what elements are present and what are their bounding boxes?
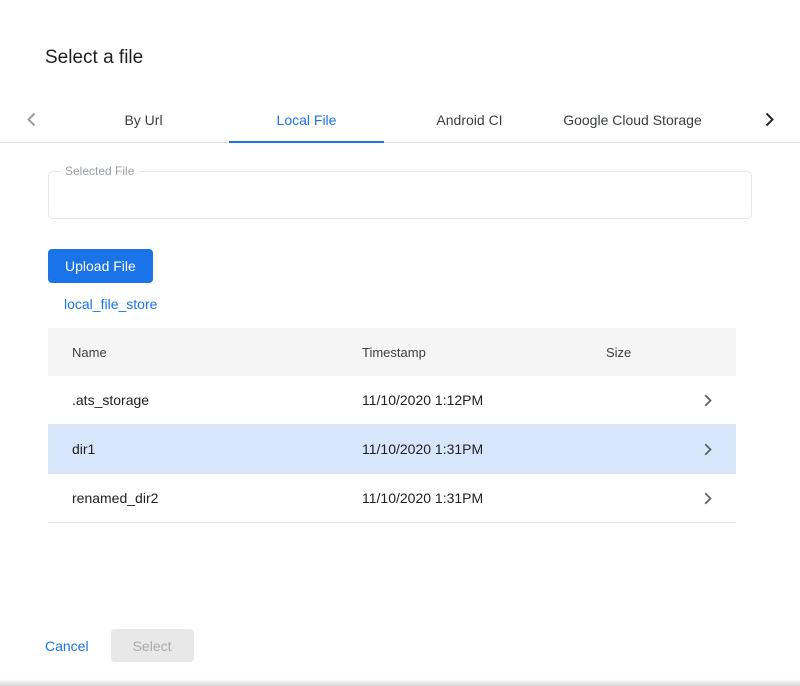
file-timestamp: 11/10/2020 1:31PM: [362, 441, 606, 457]
tabs-scroll-left-button[interactable]: [0, 97, 62, 142]
dialog-bottom-shadow: [0, 679, 800, 686]
selected-file-label: Selected File: [61, 164, 138, 178]
tab-google-cloud-storage[interactable]: Google Cloud Storage: [551, 97, 714, 142]
table-header-row: Name Timestamp Size: [48, 328, 736, 376]
select-button[interactable]: Select: [111, 629, 194, 662]
file-name: .ats_storage: [72, 392, 362, 408]
table-row[interactable]: renamed_dir2 11/10/2020 1:31PM: [48, 474, 736, 523]
tab-android-ci[interactable]: Android CI: [388, 97, 551, 142]
dialog-title: Select a file: [0, 0, 800, 70]
cancel-button[interactable]: Cancel: [45, 638, 89, 654]
dialog-actions: Cancel Select: [45, 629, 194, 662]
chevron-right-icon[interactable]: [688, 443, 712, 456]
file-name: dir1: [72, 441, 362, 457]
chevron-right-icon: [765, 112, 774, 127]
header-timestamp: Timestamp: [362, 345, 606, 360]
chevron-left-icon: [27, 112, 36, 127]
file-timestamp: 11/10/2020 1:31PM: [362, 490, 606, 506]
table-row[interactable]: .ats_storage 11/10/2020 1:12PM: [48, 376, 736, 425]
tabs-scroll-right-button[interactable]: [738, 97, 800, 142]
selected-file-input[interactable]: [49, 172, 751, 218]
header-name: Name: [72, 345, 362, 360]
file-table: Name Timestamp Size .ats_storage 11/10/2…: [48, 328, 736, 523]
upload-file-button[interactable]: Upload File: [48, 249, 153, 283]
chevron-right-icon[interactable]: [688, 492, 712, 505]
select-file-dialog: Select a file By Url Local File Android …: [0, 0, 800, 686]
tab-by-url[interactable]: By Url: [62, 97, 225, 142]
tab-local-file[interactable]: Local File: [225, 97, 388, 142]
header-size: Size: [606, 345, 688, 360]
file-name: renamed_dir2: [72, 490, 362, 506]
tab-list: By Url Local File Android CI Google Clou…: [62, 97, 714, 142]
file-timestamp: 11/10/2020 1:12PM: [362, 392, 606, 408]
local-file-store-link[interactable]: local_file_store: [64, 296, 157, 312]
tab-bar: By Url Local File Android CI Google Clou…: [0, 97, 800, 143]
chevron-right-icon[interactable]: [688, 394, 712, 407]
selected-file-field[interactable]: Selected File: [48, 171, 752, 219]
table-row[interactable]: dir1 11/10/2020 1:31PM: [48, 425, 736, 474]
